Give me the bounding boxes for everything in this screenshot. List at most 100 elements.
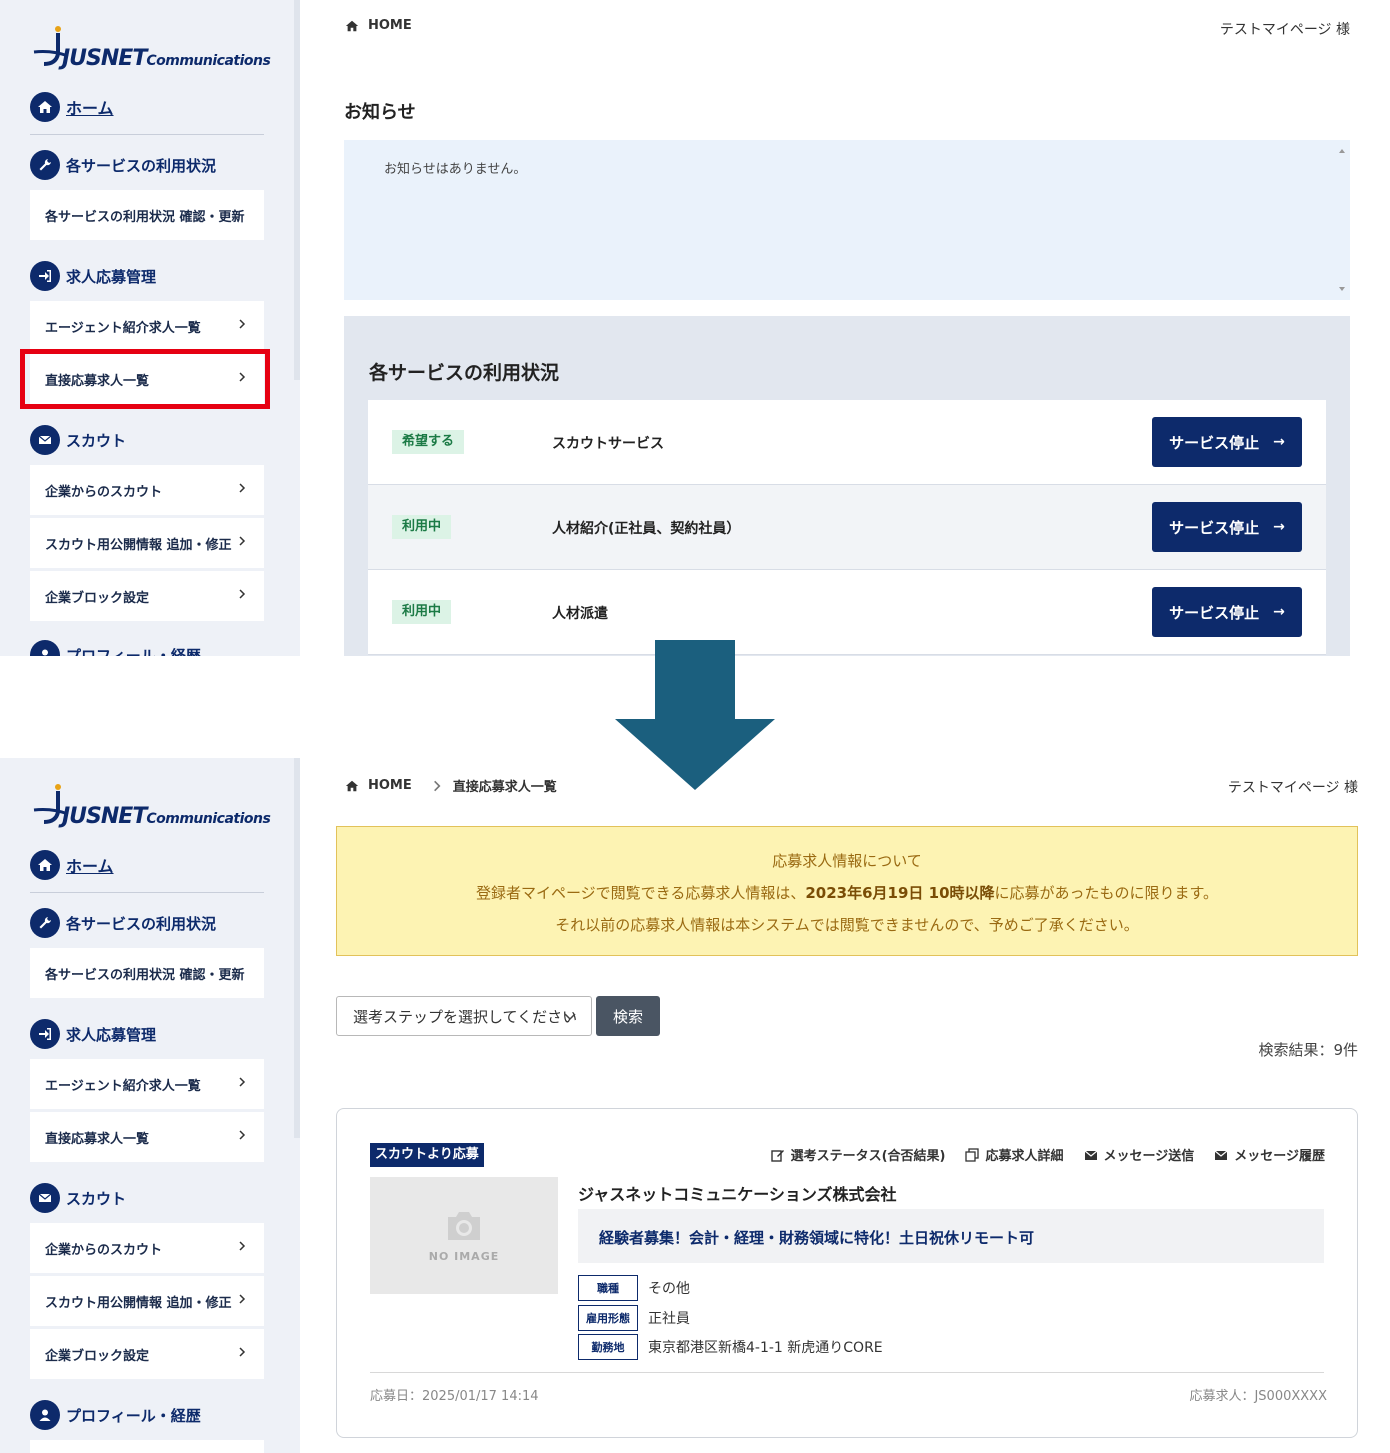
chevron-right-icon (239, 589, 246, 599)
applied-date: 応募日：2025/01/17 14:14 (370, 1389, 539, 1404)
user-name: テストマイページ 様 (1227, 780, 1358, 796)
attr-row-job-type: 職種 その他 (578, 1275, 690, 1301)
send-message-link[interactable]: メッセージ送信 (1084, 1145, 1194, 1164)
usage-title: 各サービスの利用状況 (369, 362, 560, 384)
card-actions: 選考ステータス(合否結果) 応募求人詳細 メッセージ送信 メッセージ履歴 (751, 1145, 1325, 1164)
sidebar-home[interactable]: ホーム (30, 850, 114, 880)
envelope-icon (1214, 1150, 1228, 1160)
sidebar-item-scout-public[interactable]: スカウト用公開情報 追加・修正 (30, 1276, 264, 1326)
job-title-box[interactable]: 経験者募集！会計・経理・財務領域に特化！土日祝休リモート可 (578, 1209, 1324, 1263)
service-row: 希望する スカウトサービス サービス停止 → (368, 400, 1326, 485)
message-history-link[interactable]: メッセージ履歴 (1214, 1145, 1325, 1164)
selection-status-link[interactable]: 選考ステータス(合否結果) (770, 1145, 945, 1164)
arrow-right-icon: → (1273, 604, 1285, 620)
sidebar-item-direct-jobs[interactable]: 直接応募求人一覧 (30, 1112, 264, 1162)
wrench-icon (30, 150, 60, 180)
envelope-icon (1084, 1150, 1097, 1160)
notice-box: お知らせはありません。 (344, 140, 1350, 300)
home-icon (30, 92, 60, 122)
company-name: ジャスネットコミュニケーションズ株式会社 (578, 1185, 897, 1204)
sidebar-item-scout-public[interactable]: スカウト用公開情報 追加・修正 (30, 518, 264, 568)
status-badge: 利用中 (392, 600, 452, 624)
envelope-icon (30, 425, 60, 455)
job-card: スカウトより応募 選考ステータス(合否結果) 応募求人詳細 メッセージ送信 メッ… (336, 1108, 1358, 1438)
user-icon (30, 1400, 60, 1430)
sidebar-item-service-check[interactable]: 各サービスの利用状況 確認・更新 (30, 190, 264, 240)
company-logo[interactable]: JUSNETCommunications (32, 782, 272, 832)
sidebar-section-job: 求人応募管理 (30, 1019, 156, 1049)
sidebar-section-job: 求人応募管理 (30, 261, 156, 291)
service-name: スカウトサービス (552, 436, 664, 452)
stop-service-button[interactable]: サービス停止 → (1152, 502, 1302, 552)
main-content: HOME 直接応募求人一覧 テストマイページ 様 応募求人情報について 登録者マ… (300, 758, 1390, 1453)
chevron-right-icon (239, 1347, 246, 1357)
home-icon (345, 780, 359, 791)
chevron-down-icon (564, 1013, 576, 1021)
breadcrumb-current: 直接応募求人一覧 (452, 780, 557, 795)
chevron-right-icon (239, 319, 246, 329)
sidebar-item-block[interactable]: 企業ブロック設定 (30, 1329, 264, 1379)
info-line-3: それ以前の応募求人情報は本システムでは閲覧できませんので、予めご了承ください。 (555, 916, 1139, 934)
wrench-icon (30, 908, 60, 938)
edit-icon (770, 1149, 784, 1162)
attr-row-location: 勤務地 東京都港区新橋4-1-1 新虎通りCORE (578, 1334, 883, 1360)
copy-icon (965, 1147, 980, 1162)
chevron-right-icon (433, 780, 441, 791)
info-line-2: 登録者マイページで閲覧できる応募求人情報は、2023年6月19日 10時以降に応… (475, 884, 1219, 902)
stop-service-button[interactable]: サービス停止 → (1152, 417, 1302, 467)
sidebar: JUSNETCommunications ホーム 各サービスの利用状況 各サービ… (0, 0, 300, 656)
service-row: 利用中 人材派遣 サービス停止 → (368, 570, 1326, 655)
sidebar-item-company-scout[interactable]: 企業からのスカウト (30, 1223, 264, 1273)
breadcrumb-home[interactable]: HOME (368, 778, 412, 793)
sidebar-item-company-scout[interactable]: 企業からのスカウト (30, 465, 264, 515)
sidebar-section-profile: プロフィール・経歴 (30, 1400, 201, 1430)
camera-icon (448, 1212, 480, 1240)
service-name: 人材紹介(正社員、契約社員） (552, 521, 741, 537)
notice-scrollbar[interactable] (1336, 144, 1348, 296)
sidebar-item-agent-jobs[interactable]: エージェント紹介求人一覧 (30, 301, 264, 351)
highlight-frame (20, 349, 270, 409)
job-detail-link[interactable]: 応募求人詳細 (965, 1145, 1064, 1164)
chevron-right-icon (239, 1241, 246, 1251)
screenshot-after: JUSNETCommunications ホーム 各サービスの利用状況 各サービ… (0, 758, 1390, 1453)
sidebar-section-service: 各サービスの利用状況 (30, 908, 216, 938)
service-name: 人材派遣 (552, 606, 608, 622)
search-button[interactable]: 検索 (596, 996, 660, 1036)
arrow-right-icon: → (1273, 519, 1285, 535)
sidebar-item-agent-jobs[interactable]: エージェント紹介求人一覧 (30, 1059, 264, 1109)
sidebar-item-service-check[interactable]: 各サービスの利用状況 確認・更新 (30, 948, 264, 998)
chevron-right-icon (239, 1294, 246, 1304)
sidebar-section-service: 各サービスの利用状況 (30, 150, 216, 180)
breadcrumb: HOME 直接応募求人一覧 (345, 776, 557, 795)
transition-arrow-icon (615, 640, 775, 790)
breadcrumb: HOME (345, 18, 412, 33)
arrow-right-icon: → (1273, 434, 1285, 450)
screenshot-before: JUSNETCommunications ホーム 各サービスの利用状況 各サービ… (0, 0, 1390, 656)
chevron-right-icon (239, 1130, 246, 1140)
info-notice: 応募求人情報について 登録者マイページで閲覧できる応募求人情報は、2023年6月… (336, 826, 1358, 956)
status-badge: 希望する (392, 430, 465, 454)
main-content: HOME テストマイページ 様 お知らせ お知らせはありません。 各サービスの利… (300, 0, 1390, 656)
attr-row-employment: 雇用形態 正社員 (578, 1305, 690, 1331)
sign-in-icon (30, 261, 60, 291)
notice-title: お知らせ (344, 102, 416, 123)
applied-job-id: 応募求人：JS000XXXX (1189, 1389, 1327, 1404)
sidebar-item-block[interactable]: 企業ブロック設定 (30, 571, 264, 621)
sidebar-home[interactable]: ホーム (30, 92, 114, 122)
service-usage-panel: 各サービスの利用状況 希望する スカウトサービス サービス停止 → 利用中 人材紹… (344, 316, 1350, 656)
step-select[interactable]: 選考ステップを選択してください (336, 996, 592, 1036)
chevron-right-icon (239, 536, 246, 546)
company-logo[interactable]: JUSNETCommunications (32, 24, 272, 74)
card-divider (370, 1372, 1324, 1373)
job-title: 経験者募集！会計・経理・財務領域に特化！土日祝休リモート可 (599, 1229, 1035, 1247)
home-icon (345, 20, 359, 31)
apply-source-badge: スカウトより応募 (370, 1143, 484, 1167)
breadcrumb-home[interactable]: HOME (368, 18, 412, 33)
stop-service-button[interactable]: サービス停止 → (1152, 587, 1302, 637)
envelope-icon (30, 1183, 60, 1213)
sidebar-section-scout: スカウト (30, 1183, 126, 1213)
sidebar-section-profile: プロフィール・経歴 (30, 640, 201, 656)
result-count: 検索結果：9件 (1258, 1041, 1358, 1059)
sidebar-section-scout: スカウト (30, 425, 126, 455)
sidebar-item-next[interactable] (30, 1440, 264, 1453)
